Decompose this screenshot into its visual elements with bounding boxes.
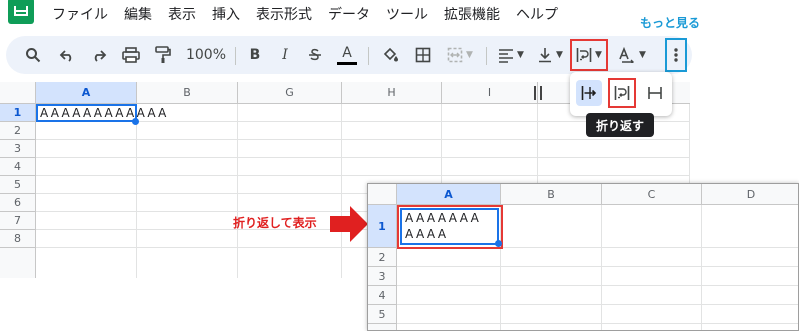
toolbar-divider bbox=[368, 47, 369, 65]
fill-handle[interactable] bbox=[495, 240, 502, 247]
wrap-tooltip: 折り返す bbox=[586, 113, 654, 137]
text-color-letter: A bbox=[342, 44, 352, 61]
row-header-1[interactable]: 1 bbox=[0, 104, 36, 122]
select-all-corner[interactable] bbox=[0, 82, 36, 104]
row-header-filler bbox=[368, 324, 397, 330]
grid-line bbox=[36, 175, 690, 176]
undo-icon[interactable] bbox=[54, 36, 80, 74]
strikethrough-icon[interactable] bbox=[302, 36, 328, 74]
italic-button[interactable]: I bbox=[272, 36, 298, 74]
clip-icon bbox=[648, 87, 662, 99]
zoom-select[interactable]: 100% bbox=[184, 36, 228, 74]
menu-file[interactable]: ファイル bbox=[52, 4, 108, 30]
wrap-annotation-label: 折り返して表示 bbox=[233, 216, 317, 230]
overflow-icon bbox=[581, 86, 597, 100]
chevron-down-icon: ▼ bbox=[517, 50, 524, 60]
more-options-button[interactable] bbox=[665, 38, 687, 72]
text-color-swatch bbox=[337, 61, 357, 65]
sheets-logo-icon[interactable] bbox=[8, 0, 34, 24]
grid-line bbox=[397, 323, 798, 324]
cell-a1-text: AAAAAAAAAAAA bbox=[40, 106, 169, 120]
chevron-down-icon: ▼ bbox=[639, 50, 646, 60]
menu-bar: ファイル 編集 表示 挿入 表示形式 データ ツール 拡張機能 ヘルプ bbox=[52, 4, 574, 30]
vertical-align-icon[interactable]: ▼ bbox=[532, 36, 568, 74]
menu-tools[interactable]: ツール bbox=[386, 4, 428, 30]
chevron-down-icon: ▼ bbox=[595, 50, 602, 60]
redo-icon[interactable] bbox=[86, 36, 112, 74]
column-header-d[interactable]: D bbox=[702, 184, 798, 205]
text-wrap-button[interactable]: ▼ bbox=[570, 39, 608, 71]
column-header-a[interactable]: A bbox=[36, 82, 137, 104]
grid-line bbox=[601, 205, 602, 330]
wrap-option[interactable] bbox=[608, 78, 636, 108]
toolbar-divider bbox=[486, 47, 487, 65]
column-header-i[interactable]: I bbox=[442, 82, 538, 104]
search-icon[interactable] bbox=[20, 36, 46, 74]
overflow-option[interactable] bbox=[576, 80, 602, 106]
column-header-g[interactable]: G bbox=[238, 82, 342, 104]
menu-data[interactable]: データ bbox=[328, 4, 370, 30]
clip-option[interactable] bbox=[642, 80, 668, 106]
menu-edit[interactable]: 編集 bbox=[124, 4, 152, 30]
column-resize-handle[interactable] bbox=[534, 86, 536, 100]
print-icon[interactable] bbox=[118, 36, 144, 74]
row-header-5[interactable]: 5 bbox=[0, 176, 36, 194]
toolbar: 100% B I A ▼ ▼ ▼ ▼ ▼ bbox=[6, 36, 692, 74]
column-header-a[interactable]: A bbox=[397, 184, 501, 205]
row-header-filler bbox=[0, 248, 36, 278]
column-header-c[interactable]: C bbox=[602, 184, 702, 205]
more-vert-icon bbox=[674, 48, 678, 62]
chevron-down-icon: ▼ bbox=[466, 50, 473, 60]
column-resize-handle[interactable] bbox=[540, 86, 542, 100]
wrapped-result-panel: A B C D 1 2 3 4 5 AAAAAAA AAAA bbox=[367, 183, 799, 331]
menu-insert[interactable]: 挿入 bbox=[212, 4, 240, 30]
grid-line bbox=[397, 285, 798, 286]
row-header-6[interactable]: 6 bbox=[0, 194, 36, 212]
column-header-h[interactable]: H bbox=[342, 82, 442, 104]
grid-line bbox=[136, 122, 137, 278]
text-color-button[interactable]: A bbox=[334, 36, 360, 74]
more-annotation-label: もっと見る bbox=[640, 16, 701, 30]
wrap-icon bbox=[614, 86, 630, 100]
grid-line bbox=[237, 104, 238, 278]
cell-a1-line-1: AAAAAAA bbox=[405, 211, 482, 225]
grid-line bbox=[36, 157, 690, 158]
row-header-2[interactable]: 2 bbox=[368, 248, 397, 267]
arrow-right-icon bbox=[330, 206, 368, 242]
toolbar-divider bbox=[235, 47, 236, 65]
menu-help[interactable]: ヘルプ bbox=[516, 4, 558, 30]
menu-view[interactable]: 表示 bbox=[168, 4, 196, 30]
horizontal-align-icon[interactable]: ▼ bbox=[493, 36, 529, 74]
row-header-2[interactable]: 2 bbox=[0, 122, 36, 140]
column-header-b[interactable]: B bbox=[137, 82, 238, 104]
bold-button[interactable]: B bbox=[242, 36, 268, 74]
chevron-down-icon: ▼ bbox=[556, 50, 563, 60]
text-rotation-icon[interactable]: ▼ bbox=[614, 36, 650, 74]
text-wrap-menu bbox=[570, 72, 672, 116]
paint-format-icon[interactable] bbox=[150, 36, 176, 74]
grid-line bbox=[397, 266, 798, 267]
grid-line bbox=[397, 304, 798, 305]
fill-handle[interactable] bbox=[132, 118, 139, 125]
row-header-3[interactable]: 3 bbox=[0, 140, 36, 158]
grid-line bbox=[36, 139, 690, 140]
grid-line bbox=[701, 205, 702, 330]
column-header-b[interactable]: B bbox=[501, 184, 602, 205]
row-header-3[interactable]: 3 bbox=[368, 267, 397, 286]
row-header-4[interactable]: 4 bbox=[368, 286, 397, 305]
row-header-4[interactable]: 4 bbox=[0, 158, 36, 176]
row-header-1[interactable]: 1 bbox=[368, 205, 397, 248]
fill-color-icon[interactable] bbox=[378, 36, 404, 74]
cell-a1-line-2: AAAA bbox=[405, 227, 449, 241]
row-header-5[interactable]: 5 bbox=[368, 305, 397, 324]
select-all-corner[interactable] bbox=[368, 184, 397, 205]
menu-format[interactable]: 表示形式 bbox=[256, 4, 312, 30]
borders-icon[interactable] bbox=[410, 36, 436, 74]
row-header-7[interactable]: 7 bbox=[0, 212, 36, 230]
grid-line bbox=[341, 104, 342, 278]
merge-cells-icon[interactable]: ▼ bbox=[440, 36, 480, 74]
row-header-8[interactable]: 8 bbox=[0, 230, 36, 248]
menu-extensions[interactable]: 拡張機能 bbox=[444, 4, 500, 30]
